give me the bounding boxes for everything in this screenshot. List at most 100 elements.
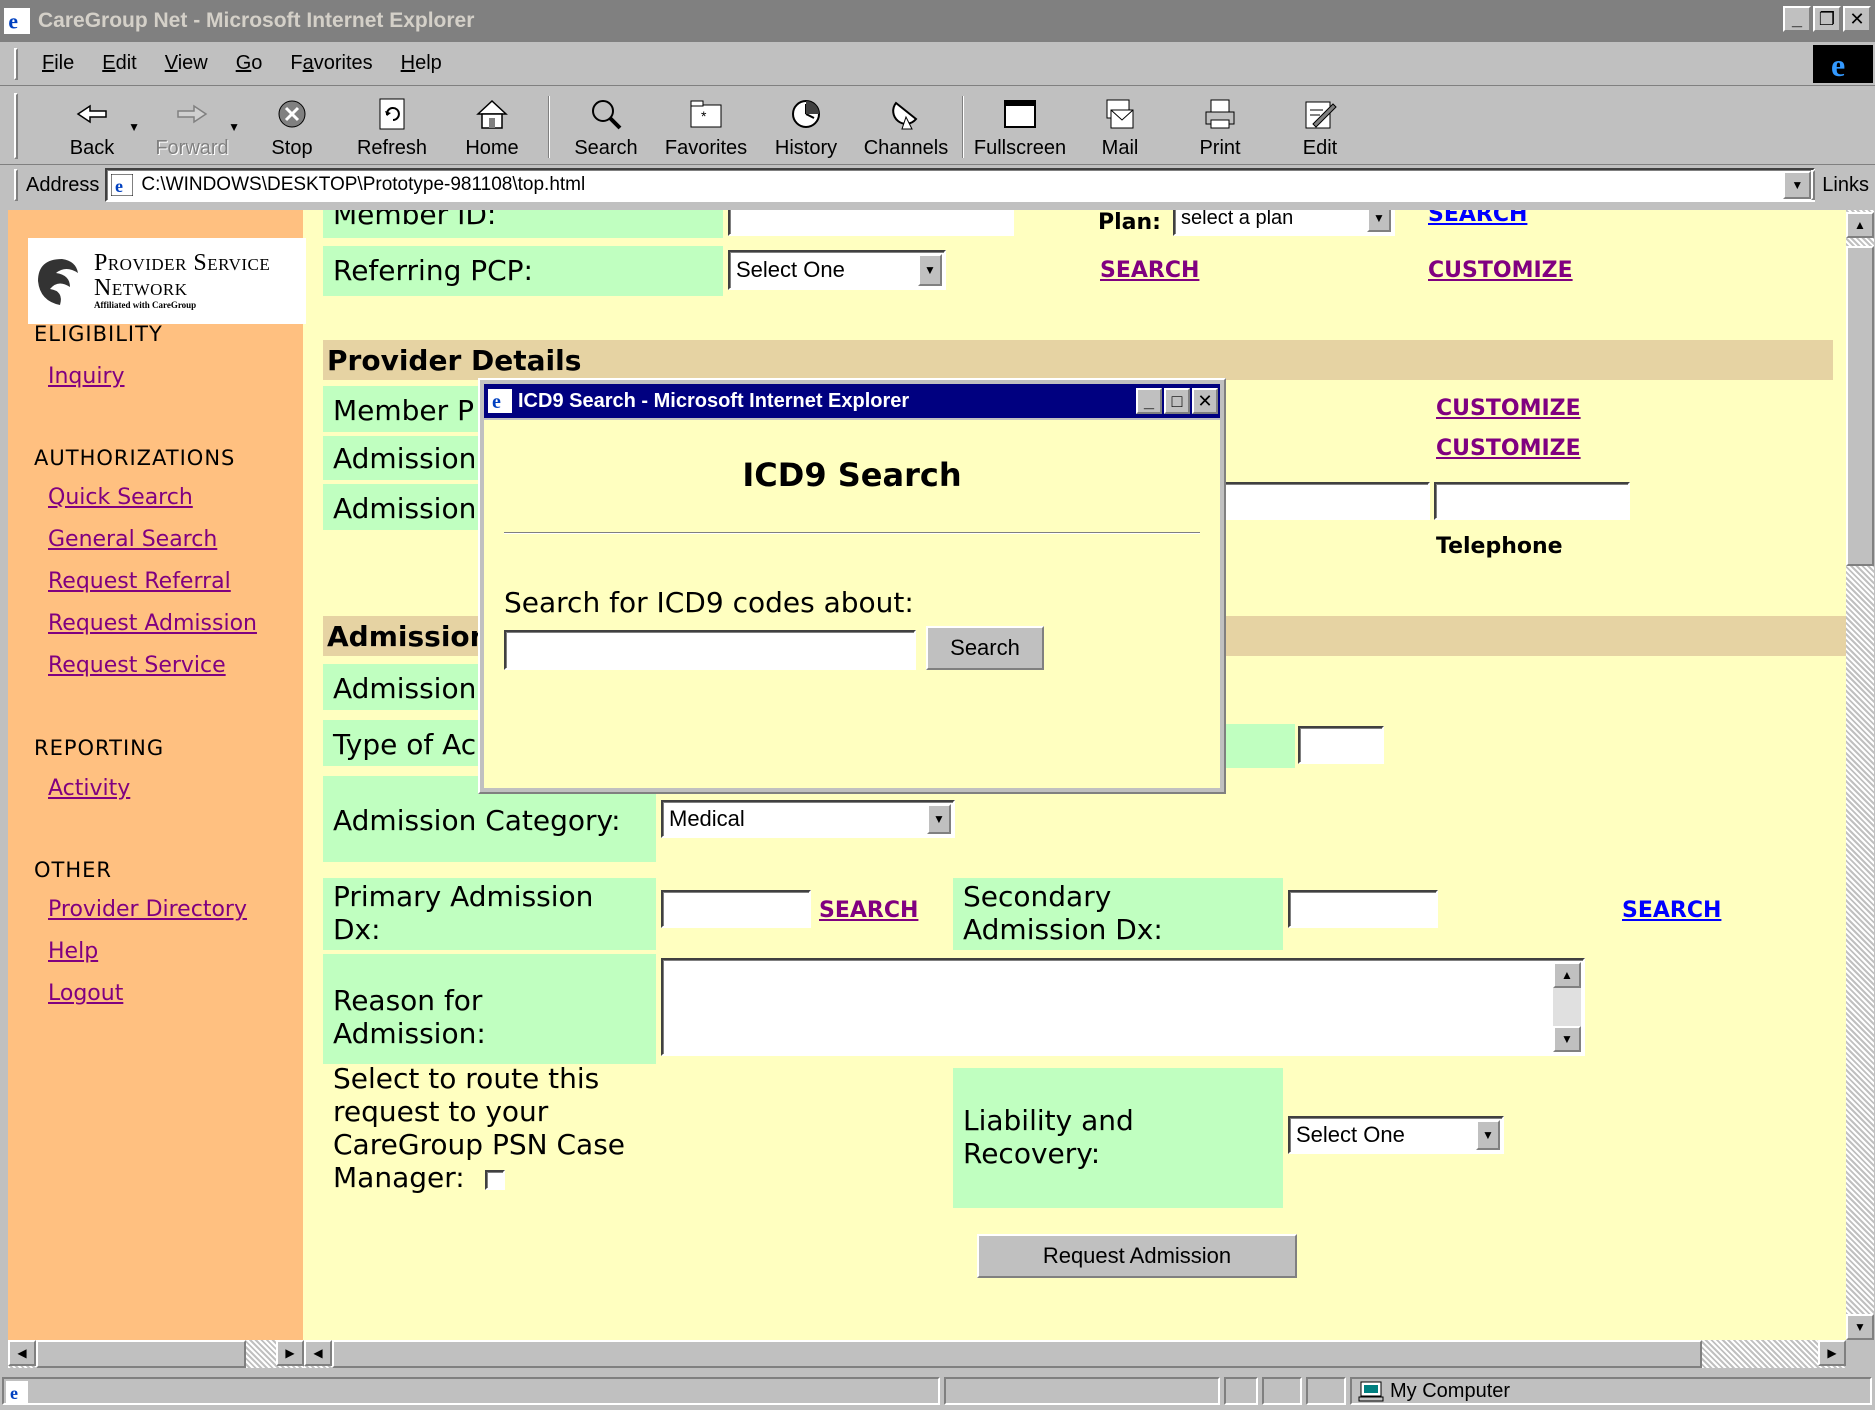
back-dropdown-icon[interactable]: ▼ bbox=[128, 120, 140, 134]
referring-pcp-customize-link[interactable]: CUSTOMIZE bbox=[1428, 258, 1573, 283]
reason-textarea-scrollbar[interactable]: ▲ ▼ bbox=[1553, 962, 1581, 1052]
toolbar-grip[interactable] bbox=[14, 93, 18, 159]
sidebar-item-request-admission[interactable]: Request Admission bbox=[48, 611, 257, 636]
member-pcp-label: Member P bbox=[333, 394, 474, 427]
sidebar-item-provider-directory[interactable]: Provider Directory bbox=[48, 897, 247, 922]
sidebar-item-request-service[interactable]: Request Service bbox=[48, 653, 226, 678]
request-admission-button[interactable]: Request Admission bbox=[977, 1234, 1297, 1278]
popup-title-bar[interactable]: e ICD9 Search - Microsoft Internet Explo… bbox=[484, 384, 1220, 418]
menu-help[interactable]: Help bbox=[401, 52, 442, 75]
status-bar: e My Computer bbox=[0, 1374, 1875, 1408]
admission-customize-link[interactable]: CUSTOMIZE bbox=[1436, 436, 1581, 461]
liability-select[interactable]: Select One ▼ bbox=[1288, 1116, 1504, 1154]
scroll-left-icon[interactable]: ◀ bbox=[304, 1340, 332, 1366]
ie-throbber-icon: e bbox=[1813, 45, 1873, 83]
address-input[interactable]: e C:\WINDOWS\DESKTOP\Prototype-981108\to… bbox=[105, 168, 1816, 202]
scroll-right-icon[interactable]: ▶ bbox=[276, 1340, 304, 1366]
history-button[interactable]: History bbox=[756, 90, 856, 164]
sidebar-scroll-thumb[interactable] bbox=[36, 1340, 246, 1368]
popup-close-button[interactable]: ✕ bbox=[1192, 388, 1218, 414]
plan-dropdown-icon[interactable]: ▼ bbox=[1367, 210, 1391, 232]
minimize-button[interactable]: _ bbox=[1783, 6, 1811, 32]
mail-button[interactable]: Mail ▼ bbox=[1070, 90, 1170, 164]
icd9-search-input[interactable] bbox=[504, 630, 916, 670]
sidebar-item-quick-search[interactable]: Quick Search bbox=[48, 485, 193, 510]
plan-select[interactable]: select a plan ▼ bbox=[1173, 210, 1395, 236]
vertical-scroll-thumb[interactable] bbox=[1846, 246, 1874, 566]
admission-category-dropdown-icon[interactable]: ▼ bbox=[927, 804, 951, 834]
menu-view[interactable]: View bbox=[165, 52, 208, 75]
route-checkbox[interactable] bbox=[485, 1170, 505, 1190]
links-grip[interactable] bbox=[1811, 170, 1815, 200]
sidebar-item-inquiry[interactable]: Inquiry bbox=[48, 364, 125, 389]
back-button[interactable]: Back ▼ bbox=[42, 90, 142, 164]
member-id-input[interactable] bbox=[728, 210, 1014, 236]
sidebar-item-logout[interactable]: Logout bbox=[48, 981, 123, 1006]
print-button[interactable]: Print bbox=[1170, 90, 1270, 164]
content-horizontal-scrollbar[interactable]: ◀ ▶ bbox=[304, 1340, 1846, 1368]
member-id-label-cell: Member ID: bbox=[323, 210, 723, 238]
member-pcp-customize-link[interactable]: CUSTOMIZE bbox=[1436, 396, 1581, 421]
reason-textarea[interactable]: ▲ ▼ bbox=[661, 958, 1585, 1056]
close-button[interactable]: ✕ bbox=[1843, 6, 1871, 32]
scroll-left-icon[interactable]: ◀ bbox=[8, 1340, 36, 1366]
links-button[interactable]: Links bbox=[1822, 174, 1869, 197]
psn-logo: Provider Service Network Affiliated with… bbox=[28, 238, 306, 324]
menu-favorites[interactable]: Favorites bbox=[290, 52, 372, 75]
address-dropdown-icon[interactable]: ▼ bbox=[1783, 171, 1812, 199]
sidebar-item-request-referral[interactable]: Request Referral bbox=[48, 569, 231, 594]
menu-grip[interactable] bbox=[14, 47, 18, 80]
page-vertical-scrollbar[interactable]: ▲ ▼ bbox=[1846, 210, 1874, 1340]
status-pane-a bbox=[1224, 1377, 1258, 1405]
icd9-search-button[interactable]: Search bbox=[926, 626, 1044, 670]
edit-button[interactable]: Edit bbox=[1270, 90, 1370, 164]
referring-pcp-select[interactable]: Select One ▼ bbox=[728, 250, 946, 290]
scroll-up-icon[interactable]: ▲ bbox=[1553, 962, 1581, 988]
scroll-up-icon[interactable]: ▲ bbox=[1846, 212, 1874, 238]
admission-category-select[interactable]: Medical ▼ bbox=[661, 800, 955, 838]
scroll-down-icon[interactable]: ▼ bbox=[1553, 1026, 1581, 1052]
search-button[interactable]: Search bbox=[556, 90, 656, 164]
popup-minimize-button[interactable]: _ bbox=[1136, 388, 1162, 414]
menu-file[interactable]: File bbox=[42, 52, 74, 75]
menu-go[interactable]: Go bbox=[236, 52, 263, 75]
plan-search-link[interactable]: SEARCH bbox=[1428, 210, 1527, 227]
refresh-button[interactable]: Refresh bbox=[342, 90, 442, 164]
admission-field-input-1[interactable] bbox=[1223, 482, 1430, 520]
stop-button[interactable]: Stop bbox=[242, 90, 342, 164]
referring-pcp-dropdown-icon[interactable]: ▼ bbox=[918, 254, 942, 286]
secondary-dx-input[interactable] bbox=[1288, 890, 1438, 928]
sidebar-horizontal-scrollbar[interactable]: ◀ ▶ bbox=[8, 1340, 304, 1368]
icd9-search-popup[interactable]: e ICD9 Search - Microsoft Internet Explo… bbox=[478, 378, 1226, 794]
logo-line-2: Network bbox=[94, 275, 188, 302]
fullscreen-button[interactable]: Fullscreen bbox=[970, 90, 1070, 164]
referring-pcp-search-link[interactable]: SEARCH bbox=[1100, 258, 1199, 283]
admission-label-cell-1: Admission bbox=[323, 436, 483, 480]
home-button[interactable]: Home bbox=[442, 90, 542, 164]
scroll-right-icon[interactable]: ▶ bbox=[1818, 1340, 1846, 1366]
liability-dropdown-icon[interactable]: ▼ bbox=[1476, 1120, 1500, 1150]
page-icon: e bbox=[111, 174, 134, 196]
sidebar-item-help[interactable]: Help bbox=[48, 939, 98, 964]
telephone-input[interactable] bbox=[1434, 482, 1630, 520]
forward-dropdown-icon[interactable]: ▼ bbox=[228, 120, 240, 134]
sidebar-item-activity[interactable]: Activity bbox=[48, 776, 130, 801]
svg-text:e: e bbox=[492, 391, 501, 413]
scroll-down-icon[interactable]: ▼ bbox=[1846, 1314, 1874, 1340]
address-grip[interactable] bbox=[14, 169, 18, 201]
restore-button[interactable]: ❐ bbox=[1813, 6, 1841, 32]
type-extra-input[interactable] bbox=[1298, 726, 1384, 764]
secondary-dx-search-link[interactable]: SEARCH bbox=[1622, 898, 1721, 923]
primary-dx-search-link[interactable]: SEARCH bbox=[819, 898, 918, 923]
favorites-button[interactable]: * Favorites bbox=[656, 90, 756, 164]
sidebar-heading-eligibility: ELIGIBILITY bbox=[34, 322, 163, 346]
window-title-bar[interactable]: e CareGroup Net - Microsoft Internet Exp… bbox=[0, 0, 1875, 42]
content-scroll-thumb[interactable] bbox=[332, 1340, 1702, 1368]
forward-button[interactable]: Forward ▼ bbox=[142, 90, 242, 164]
primary-dx-input[interactable] bbox=[661, 890, 811, 928]
menu-edit[interactable]: Edit bbox=[102, 52, 136, 75]
sidebar-item-general-search[interactable]: General Search bbox=[48, 527, 217, 552]
refresh-icon bbox=[372, 95, 412, 133]
channels-button[interactable]: Channels bbox=[856, 90, 956, 164]
popup-maximize-button[interactable]: □ bbox=[1164, 388, 1190, 414]
